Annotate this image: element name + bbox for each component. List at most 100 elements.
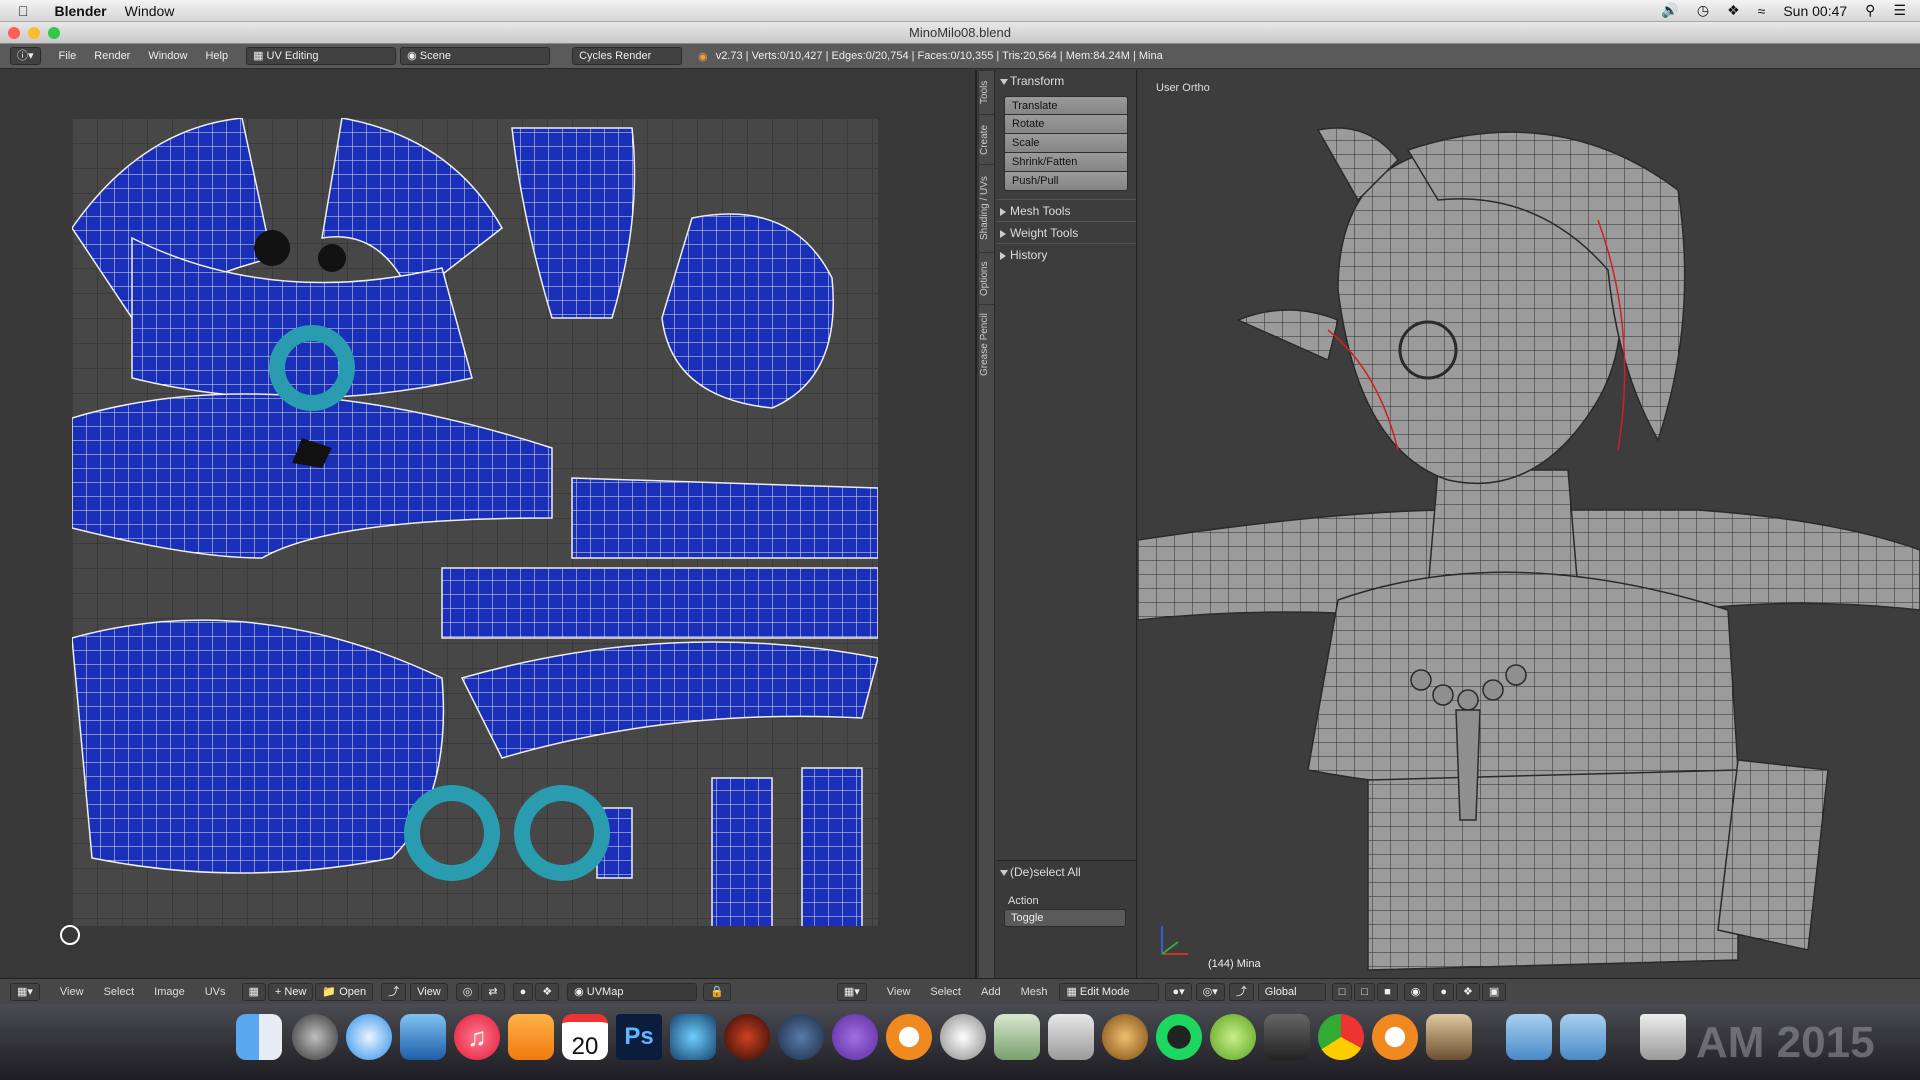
- tab-tools[interactable]: Tools: [979, 70, 995, 114]
- spotlight-icon[interactable]: ⚲: [1865, 2, 1875, 19]
- tab-create[interactable]: Create: [979, 114, 995, 164]
- vertex-select-icon[interactable]: □: [1331, 982, 1353, 1001]
- shading-select-icon[interactable]: ●▾: [1165, 982, 1192, 1001]
- transform-panel-header[interactable]: Transform: [996, 70, 1136, 92]
- dashboard-icon[interactable]: [292, 1014, 338, 1060]
- calendar-icon[interactable]: 20: [562, 1014, 608, 1060]
- editor-type-icon[interactable]: ⓘ▾: [10, 47, 41, 65]
- folder-icon[interactable]: [1506, 1014, 1552, 1060]
- uv-island[interactable]: [801, 767, 863, 929]
- pin-icon[interactable]: ⤴: [381, 982, 407, 1001]
- render-icon[interactable]: ▣: [1481, 982, 1507, 1001]
- shrink-fatten-button[interactable]: Shrink/Fatten: [1004, 153, 1128, 172]
- zoom-icon[interactable]: [48, 27, 60, 39]
- manipulator-icon[interactable]: ⤴: [1228, 982, 1254, 1001]
- 3d-viewport[interactable]: User Ortho (144) Mina: [1138, 70, 1920, 978]
- tab-options[interactable]: Options: [979, 252, 995, 304]
- pivot-icon[interactable]: ◎: [455, 982, 480, 1001]
- uv-island[interactable]: [321, 117, 503, 300]
- layout-select[interactable]: ▦ UV Editing: [246, 47, 397, 65]
- snap-icon[interactable]: ❖: [535, 982, 560, 1001]
- applications-folder-icon[interactable]: [1560, 1014, 1606, 1060]
- facetime-icon[interactable]: [1264, 1014, 1310, 1060]
- translate-button[interactable]: Translate: [1004, 96, 1128, 115]
- app-menu[interactable]: Blender: [55, 3, 107, 19]
- uv-island[interactable]: [661, 213, 834, 409]
- tab-grease-pencil[interactable]: Grease Pencil: [979, 304, 995, 384]
- action-select[interactable]: Toggle: [1004, 909, 1126, 927]
- proportional-icon[interactable]: ●: [1433, 982, 1454, 1001]
- 3d-menu-view[interactable]: View: [887, 986, 911, 998]
- game-icon[interactable]: [724, 1014, 770, 1060]
- chrome-icon[interactable]: [1318, 1014, 1364, 1060]
- face-select-icon[interactable]: ■: [1377, 982, 1398, 1001]
- uv-island[interactable]: [711, 777, 773, 929]
- rotate-button[interactable]: Rotate: [1004, 115, 1128, 134]
- uv-menu-select[interactable]: Select: [104, 986, 135, 998]
- 3d-menu-add[interactable]: Add: [981, 986, 1001, 998]
- garageband-icon[interactable]: [1102, 1014, 1148, 1060]
- app-icon[interactable]: [940, 1014, 986, 1060]
- snap-element-icon[interactable]: ❖: [1456, 982, 1480, 1001]
- mail-icon[interactable]: [400, 1014, 446, 1060]
- tab-shading-uvs[interactable]: Shading / UVs: [979, 164, 995, 252]
- open-image-button[interactable]: 📁 Open: [315, 982, 374, 1001]
- lock-icon[interactable]: 🔒: [703, 982, 731, 1001]
- uv-island[interactable]: [571, 477, 879, 559]
- 3d-editor-type-icon[interactable]: ▦▾: [836, 982, 867, 1001]
- push-pull-button[interactable]: Push/Pull: [1004, 172, 1128, 191]
- uv-island[interactable]: [441, 567, 879, 639]
- itunes-icon[interactable]: ♫: [454, 1014, 500, 1060]
- xcode-icon[interactable]: [670, 1014, 716, 1060]
- history-panel-header[interactable]: History: [996, 243, 1136, 265]
- proportional-edit-icon[interactable]: ●: [512, 982, 534, 1001]
- uvmap-field[interactable]: ◉ UVMap: [567, 982, 698, 1001]
- 3d-menu-mesh[interactable]: Mesh: [1021, 986, 1048, 998]
- 3d-menu-select[interactable]: Select: [930, 986, 961, 998]
- uv-menu-image[interactable]: Image: [154, 986, 185, 998]
- steam-icon[interactable]: [778, 1014, 824, 1060]
- viber-icon[interactable]: [832, 1014, 878, 1060]
- occlude-icon[interactable]: ◉: [1403, 982, 1428, 1001]
- uv-island[interactable]: [71, 393, 553, 559]
- render-engine-select[interactable]: Cycles Render: [572, 47, 683, 65]
- uv-menu-view[interactable]: View: [60, 986, 84, 998]
- volume-icon[interactable]: 🔊: [1661, 2, 1678, 19]
- finder-icon[interactable]: [236, 1014, 282, 1060]
- uv-island[interactable]: [511, 127, 636, 319]
- uv-ring[interactable]: [404, 785, 500, 881]
- new-image-button[interactable]: + New: [267, 982, 314, 1001]
- operator-panel-header[interactable]: (De)select All: [996, 861, 1136, 883]
- close-icon[interactable]: [8, 27, 20, 39]
- scene-select[interactable]: ◉ Scene: [400, 47, 551, 65]
- android-file-icon[interactable]: [1210, 1014, 1256, 1060]
- uv-ring[interactable]: [514, 785, 610, 881]
- trash-icon[interactable]: [1640, 1014, 1686, 1060]
- preview-icon[interactable]: [994, 1014, 1040, 1060]
- menu-file[interactable]: File: [59, 50, 77, 62]
- pivot-select-icon[interactable]: ◎▾: [1195, 982, 1225, 1001]
- scale-button[interactable]: Scale: [1004, 134, 1128, 153]
- sync-select-icon[interactable]: ⇄: [481, 982, 505, 1001]
- bluetooth-icon[interactable]: ❖: [1727, 2, 1740, 19]
- clock[interactable]: Sun 00:47: [1783, 3, 1847, 19]
- wifi-icon[interactable]: ≈: [1758, 3, 1766, 19]
- apple-icon[interactable]: : [18, 3, 29, 19]
- uv-menu-uvs[interactable]: UVs: [205, 986, 226, 998]
- mesh-tools-panel-header[interactable]: Mesh Tools: [996, 199, 1136, 221]
- uv-island[interactable]: [460, 641, 879, 759]
- spotify-icon[interactable]: [1156, 1014, 1202, 1060]
- textedit-icon[interactable]: [1048, 1014, 1094, 1060]
- blender-icon[interactable]: [886, 1014, 932, 1060]
- notification-icon[interactable]: ☰: [1893, 2, 1906, 19]
- 2d-cursor-icon[interactable]: [60, 925, 80, 945]
- blender-icon-2[interactable]: [1372, 1014, 1418, 1060]
- uv-editor-type-icon[interactable]: ▦▾: [10, 982, 40, 1001]
- uv-islands[interactable]: [71, 117, 879, 929]
- menu-window[interactable]: Window: [148, 50, 187, 62]
- safari-icon[interactable]: [346, 1014, 392, 1060]
- menu-help[interactable]: Help: [205, 50, 228, 62]
- character-mesh[interactable]: [1138, 70, 1920, 978]
- minimize-icon[interactable]: [28, 27, 40, 39]
- photo-icon[interactable]: [1426, 1014, 1472, 1060]
